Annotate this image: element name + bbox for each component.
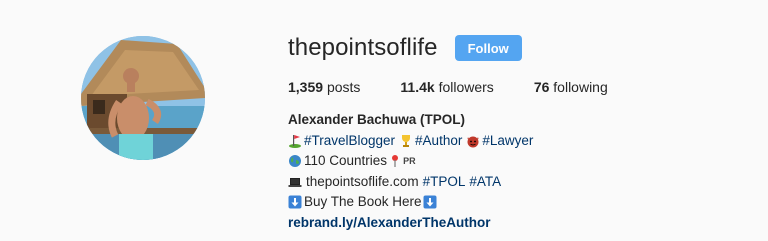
- down-arrow-icon: [288, 195, 302, 209]
- down-arrow-icon: [423, 195, 437, 209]
- posts-label: posts: [326, 79, 361, 95]
- bio-line-tags: #TravelBlogger #Author #Lawyer: [288, 131, 748, 152]
- laptop-icon: [288, 175, 302, 189]
- hashtag-lawyer[interactable]: #Lawyer: [482, 131, 533, 152]
- followers-label: followers: [438, 79, 494, 95]
- flag-text: PR: [403, 156, 416, 166]
- website-text: thepointsoflife.com: [306, 173, 419, 189]
- pushpin-icon: [388, 154, 402, 168]
- followers-stat[interactable]: 11.4k followers: [400, 79, 493, 95]
- bio-line-countries: 110 Countries PR: [288, 151, 748, 172]
- bio-line-book: Buy The Book Here: [288, 192, 748, 213]
- trophy-icon: [399, 134, 413, 148]
- posts-count: 1,359: [288, 79, 324, 95]
- following-count: 76: [533, 79, 550, 95]
- follow-button[interactable]: Follow: [454, 35, 522, 61]
- bio-link[interactable]: rebrand.ly/AlexanderTheAuthor: [288, 213, 491, 234]
- followers-count: 11.4k: [400, 79, 435, 95]
- hashtag-tpol[interactable]: #TPOL: [423, 172, 466, 193]
- following-label: following: [553, 79, 608, 95]
- golf-flag-icon: [288, 134, 302, 148]
- bio: Alexander Bachuwa (TPOL) #TravelBlogger: [288, 110, 748, 233]
- posts-stat: 1,359 posts: [288, 79, 360, 95]
- devil-face-icon: [466, 134, 480, 148]
- countries-text: 110 Countries: [304, 153, 388, 168]
- bio-line-website: thepointsoflife.com #TPOL #ATA: [288, 172, 748, 193]
- book-text: Buy The Book Here: [304, 194, 422, 209]
- profile-info: thepointsoflife Follow 1,359 posts 11.4k…: [288, 28, 748, 233]
- avatar-photo: [81, 36, 205, 160]
- profile-header: thepointsoflife Follow 1,359 posts 11.4k…: [0, 0, 768, 241]
- hashtag-travelblogger[interactable]: #TravelBlogger: [304, 131, 395, 152]
- globe-icon: [288, 154, 302, 168]
- profile-stats: 1,359 posts 11.4k followers 76 following: [288, 78, 748, 96]
- bio-link-line: rebrand.ly/AlexanderTheAuthor: [288, 213, 748, 234]
- following-stat[interactable]: 76 following: [534, 79, 608, 95]
- hashtag-ata[interactable]: #ATA: [469, 172, 501, 193]
- full-name: Alexander Bachuwa (TPOL): [288, 112, 466, 127]
- hashtag-author[interactable]: #Author: [415, 131, 462, 152]
- title-row: thepointsoflife Follow: [288, 28, 748, 68]
- avatar[interactable]: [81, 36, 205, 160]
- username: thepointsoflife: [288, 34, 438, 61]
